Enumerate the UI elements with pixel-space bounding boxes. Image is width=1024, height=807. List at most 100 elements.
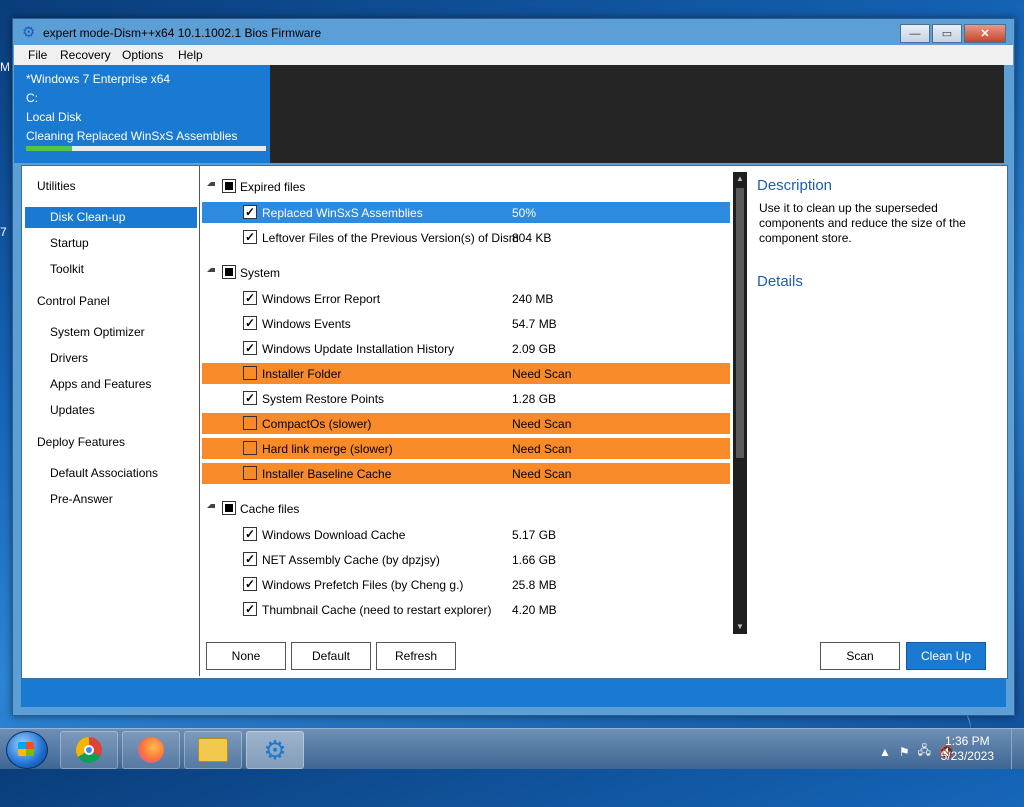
network-icon[interactable]: 🖧 <box>918 741 931 762</box>
item-checkbox[interactable] <box>243 466 257 480</box>
collapse-triangle-icon[interactable] <box>207 182 215 186</box>
item-size: 4.20 MB <box>512 603 557 617</box>
disk-name: Local Disk <box>26 110 82 124</box>
sidebar-section-deploy-features[interactable]: Deploy Features <box>37 435 125 449</box>
item-checkbox[interactable]: ✓ <box>243 205 257 219</box>
item-checkbox[interactable]: ✓ <box>243 577 257 591</box>
item-checkbox[interactable]: ✓ <box>243 527 257 541</box>
title-bar[interactable]: ⚙ expert mode-Dism++x64 10.1.1002.1 Bios… <box>13 19 1014 45</box>
sidebar-item-startup[interactable]: Startup <box>50 236 89 250</box>
sidebar-item-toolkit[interactable]: Toolkit <box>50 262 84 276</box>
show-desktop-button[interactable] <box>1011 729 1024 769</box>
item-checkbox[interactable]: ✓ <box>243 341 257 355</box>
action-center-icon[interactable]: ⚑ <box>899 745 910 759</box>
close-button[interactable]: ✕ <box>964 24 1006 43</box>
taskbar-dism[interactable]: ⚙ <box>246 731 304 769</box>
menu-help[interactable]: Help <box>178 48 203 62</box>
sidebar-item-apps-and-features[interactable]: Apps and Features <box>50 377 151 391</box>
scan-button[interactable]: Scan <box>820 642 900 670</box>
list-item[interactable]: Installer Folder Need Scan <box>202 363 730 384</box>
menu-file[interactable]: File <box>28 48 47 62</box>
list-item[interactable]: Installer Baseline Cache Need Scan <box>202 463 730 484</box>
item-checkbox[interactable]: ✓ <box>243 230 257 244</box>
item-checkbox[interactable] <box>243 366 257 380</box>
details-title: Details <box>757 273 803 290</box>
session-strip <box>270 65 1004 163</box>
list-item[interactable]: ✓ Windows Error Report 240 MB <box>202 288 730 309</box>
taskbar-clock[interactable]: 1:36 PM 5/23/2023 <box>941 734 994 764</box>
sidebar-item-system-optimizer[interactable]: System Optimizer <box>50 325 145 339</box>
start-button[interactable] <box>6 731 48 769</box>
item-size: 1.66 GB <box>512 553 557 567</box>
list-item[interactable]: ✓ Windows Prefetch Files (by Cheng g.) 25.… <box>202 574 730 595</box>
minimize-button[interactable]: — <box>900 24 930 43</box>
item-checkbox[interactable]: ✓ <box>243 316 257 330</box>
collapse-triangle-icon[interactable] <box>207 504 215 508</box>
sidebar-item-updates[interactable]: Updates <box>50 403 95 417</box>
item-size: Need Scan <box>512 367 572 381</box>
default-button[interactable]: Default <box>291 642 371 670</box>
none-button[interactable]: None <box>206 642 286 670</box>
scroll-down-icon[interactable]: ▼ <box>733 620 747 634</box>
scroll-up-icon[interactable]: ▲ <box>733 172 747 186</box>
item-checkbox[interactable]: ✓ <box>243 602 257 616</box>
item-checkbox[interactable]: ✓ <box>243 391 257 405</box>
sidebar-item-default-associations[interactable]: Default Associations <box>50 466 158 480</box>
scroll-thumb[interactable] <box>736 188 744 458</box>
menu-options[interactable]: Options <box>122 48 163 62</box>
list-group[interactable]: Expired files <box>202 176 730 196</box>
cleanup-item-list: Expired files ✓ Replaced WinSxS Assemblies… <box>202 166 730 636</box>
list-item[interactable]: ✓ NET Assembly Cache (by dpzjsy) 1.66 GB <box>202 549 730 570</box>
clean-up-button[interactable]: Clean Up <box>906 642 986 670</box>
menu-bar: File Recovery Options Help <box>14 45 1013 65</box>
taskbar: ⚙ ▲ ⚑ 🖧 🔇 1:36 PM 5/23/2023 <box>0 728 1024 769</box>
menu-recovery[interactable]: Recovery <box>60 48 111 62</box>
tray-expand-icon[interactable]: ▲ <box>879 745 891 759</box>
item-label: Windows Prefetch Files (by Cheng g.) <box>262 578 464 592</box>
taskbar-firefox[interactable] <box>122 731 180 769</box>
group-checkbox[interactable] <box>222 179 236 193</box>
list-group[interactable]: Cache files <box>202 498 730 518</box>
group-checkbox[interactable] <box>222 265 236 279</box>
item-label: Thumbnail Cache (need to restart explore… <box>262 603 492 617</box>
description-title: Description <box>757 177 833 194</box>
clock-time: 1:36 PM <box>944 734 990 748</box>
list-item[interactable]: ✓ Windows Events 54.7 MB <box>202 313 730 334</box>
list-item[interactable]: ✓ Replaced WinSxS Assemblies 50% <box>202 202 730 223</box>
refresh-button[interactable]: Refresh <box>376 642 456 670</box>
group-checkbox[interactable] <box>222 501 236 515</box>
item-checkbox[interactable] <box>243 441 257 455</box>
list-item[interactable]: ✓ Thumbnail Cache (need to restart explor… <box>202 599 730 620</box>
chrome-icon <box>76 737 102 763</box>
item-checkbox[interactable]: ✓ <box>243 291 257 305</box>
collapse-triangle-icon[interactable] <box>207 268 215 272</box>
sidebar-item-drivers[interactable]: Drivers <box>50 351 88 365</box>
item-checkbox[interactable]: ✓ <box>243 552 257 566</box>
item-size: 54.7 MB <box>512 317 557 331</box>
main-content: Utilities Disk Clean-up Startup Toolkit … <box>21 165 1008 679</box>
list-group[interactable]: System <box>202 262 730 282</box>
item-size: Need Scan <box>512 417 572 431</box>
item-label: CompactOs (slower) <box>262 417 372 431</box>
task-progress-fill <box>26 146 72 151</box>
item-label: Windows Events <box>262 317 351 331</box>
list-item[interactable]: ✓ Windows Update Installation History 2.09… <box>202 338 730 359</box>
item-size: Need Scan <box>512 467 572 481</box>
list-item[interactable]: Hard link merge (slower) Need Scan <box>202 438 730 459</box>
sidebar-item-pre-answer[interactable]: Pre-Answer <box>50 492 113 506</box>
session-info-panel[interactable]: *Windows 7 Enterprise x64 C: Local Disk … <box>14 65 270 163</box>
list-item[interactable]: ✓ Windows Download Cache 5.17 GB <box>202 524 730 545</box>
sidebar-section-utilities[interactable]: Utilities <box>37 179 76 193</box>
item-size: 25.8 MB <box>512 578 557 592</box>
list-item[interactable]: CompactOs (slower) Need Scan <box>202 413 730 434</box>
list-item[interactable]: ✓ Leftover Files of the Previous Version(… <box>202 227 730 248</box>
list-item[interactable]: ✓ System Restore Points 1.28 GB <box>202 388 730 409</box>
item-checkbox[interactable] <box>243 416 257 430</box>
taskbar-explorer[interactable] <box>184 731 242 769</box>
sidebar-section-control-panel[interactable]: Control Panel <box>37 294 110 308</box>
sidebar-item-disk-clean-up[interactable]: Disk Clean-up <box>50 210 125 224</box>
maximize-button[interactable]: ▭ <box>932 24 962 43</box>
taskbar-chrome[interactable] <box>60 731 118 769</box>
list-scrollbar[interactable]: ▲ ▼ <box>733 172 747 634</box>
gear-icon: ⚙ <box>263 735 287 765</box>
